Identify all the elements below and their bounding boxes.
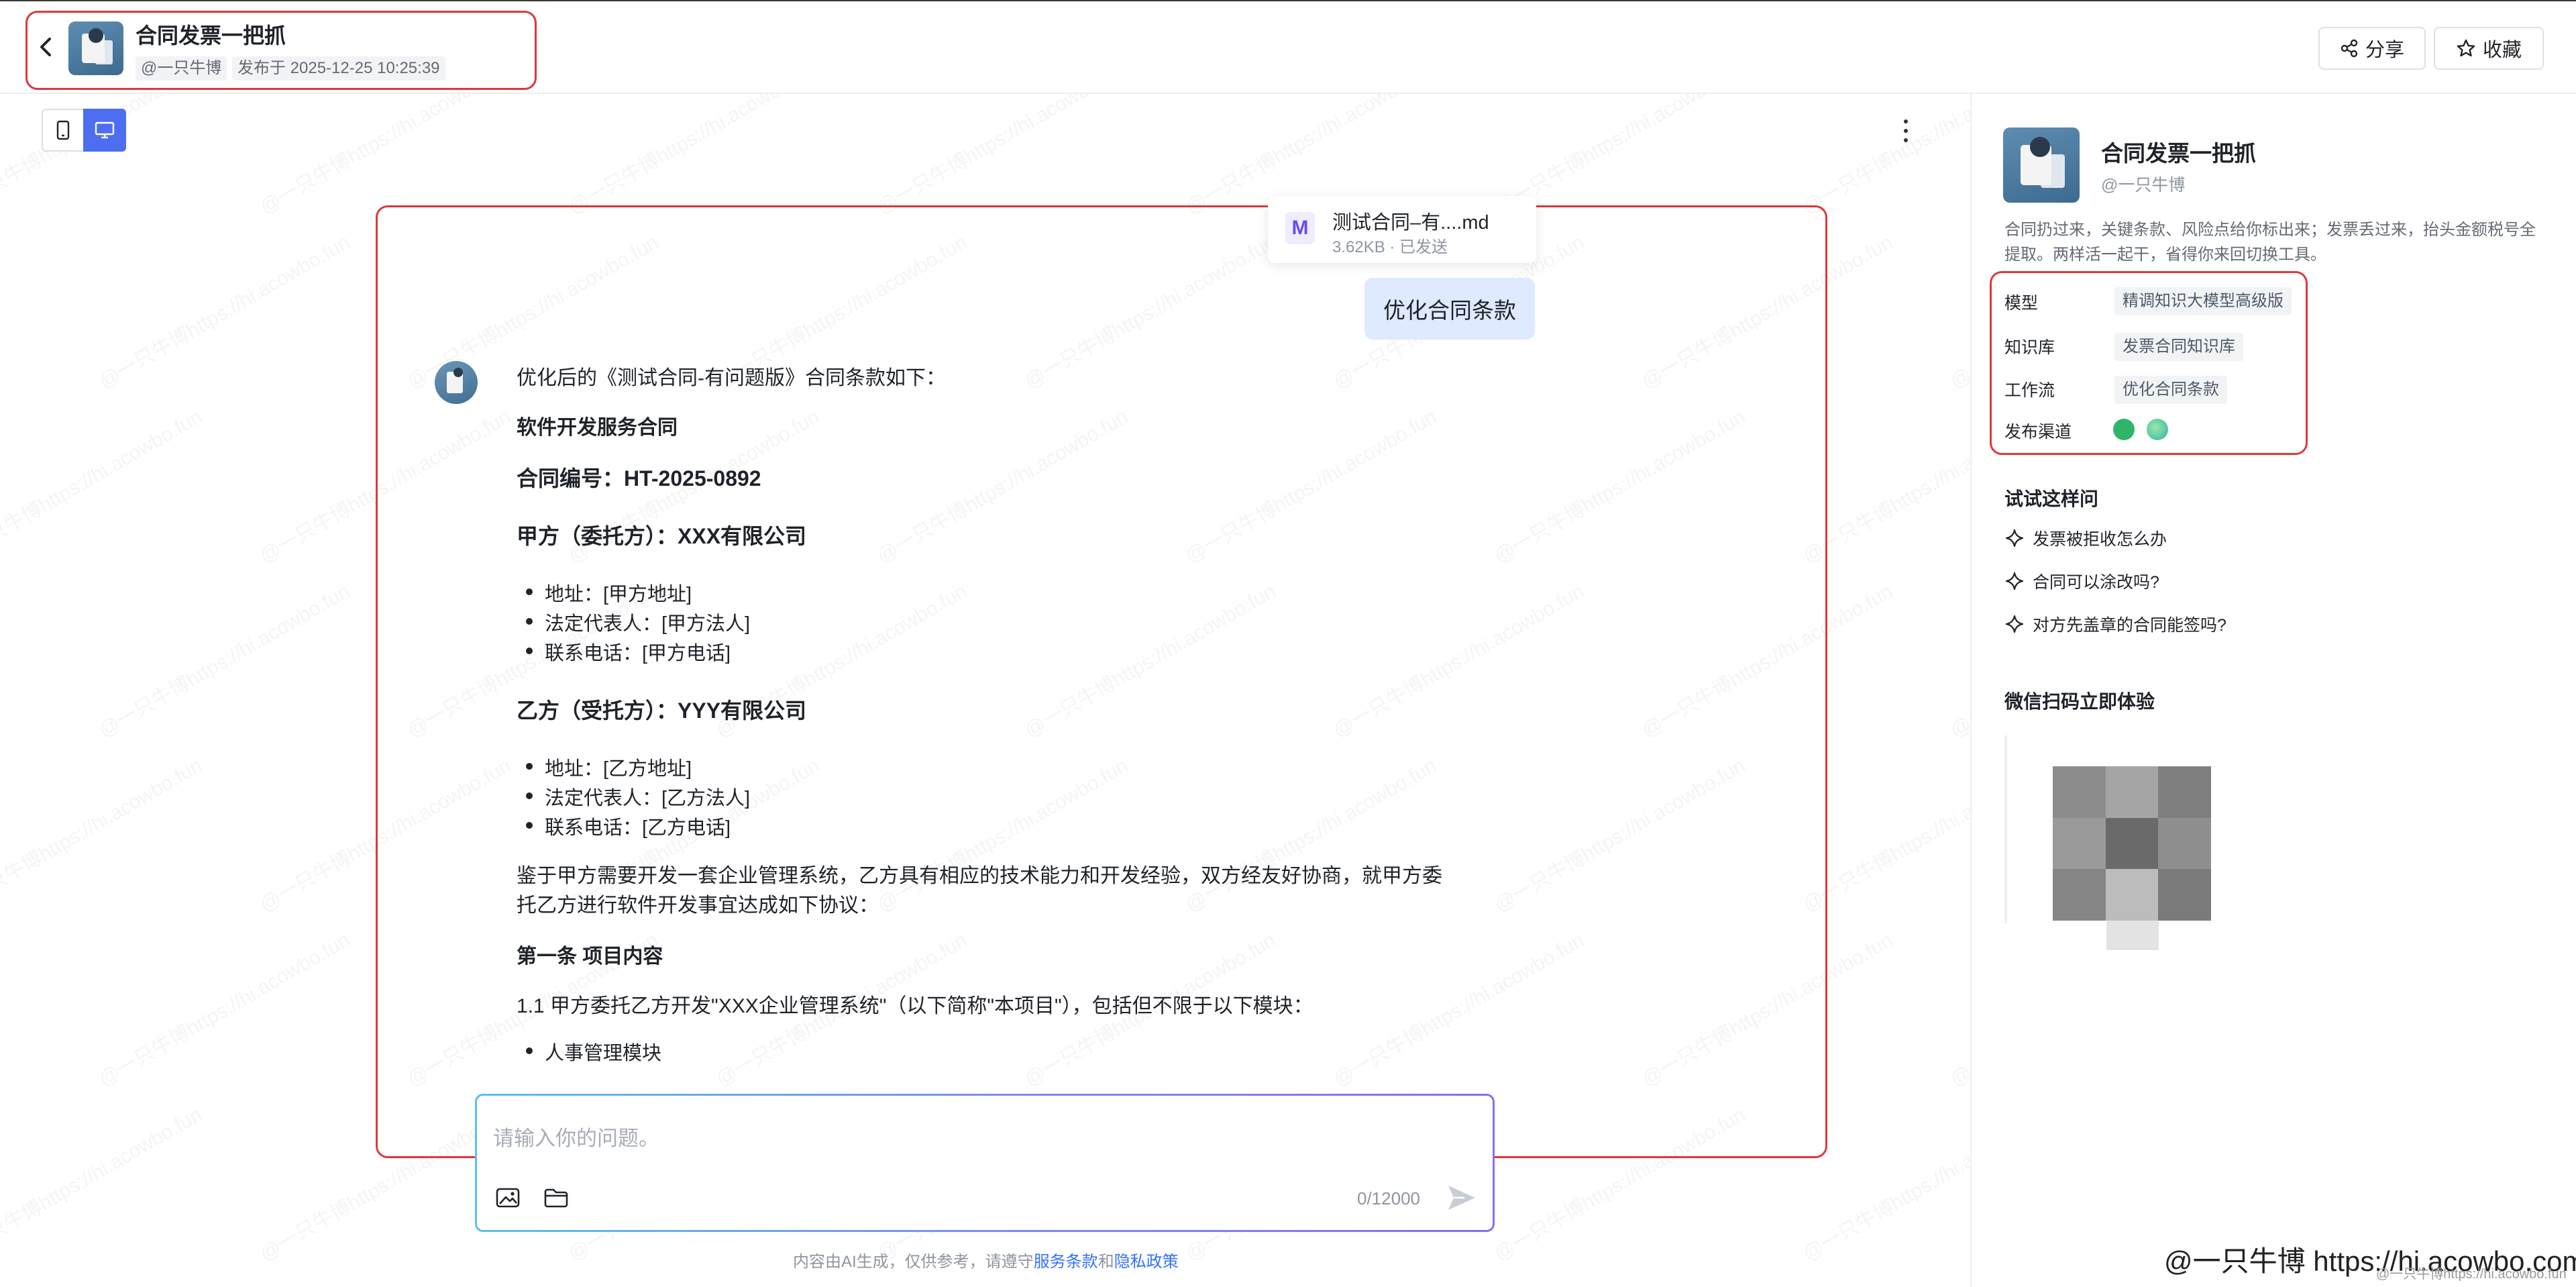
- config-label-channel: 发布渠道: [2004, 423, 2072, 442]
- share-icon: [2341, 39, 2358, 58]
- watermark-tile: @一只牛博https://hi.acowbo.fun: [254, 94, 516, 219]
- reply-heading: 软件开发服务合同: [517, 417, 678, 439]
- list-item: 法定代表人：[乙方法人]: [525, 782, 750, 811]
- panel-divider: [1970, 94, 1972, 1287]
- config-label-model: 模型: [2004, 294, 2039, 313]
- watermark-tile: @一只牛博https://hi.acowbo.fun: [1944, 226, 1970, 395]
- watermark-tile: @一只牛博https://hi.acowbo.fun: [562, 94, 824, 219]
- favorite-label: 收藏: [2482, 40, 2522, 61]
- channel-wechat-icon: [2113, 419, 2135, 440]
- clause-1-1: 1.1 甲方委托乙方开发"XXX企业管理系统"（以下简称"本项目"），包括但不限…: [517, 995, 1313, 1017]
- watermark-tile: @一只牛博https://hi.acowbo.fun: [1796, 94, 1970, 219]
- file-meta: 3.62KB · 已发送: [1332, 238, 1448, 256]
- watermark-tile: @一只牛博https://hi.acowbo.fun: [93, 226, 355, 395]
- disclaimer: 内容由AI生成，仅供参考，请遵守服务条款和隐私政策: [793, 1248, 1179, 1272]
- config-value-workflow: 优化合同条款: [2114, 376, 2227, 404]
- list-item: 地址：[甲方地址]: [525, 578, 692, 607]
- sidebar-app-title: 合同发票一把抓: [2101, 141, 2256, 166]
- markdown-file-icon: M: [1285, 212, 1315, 244]
- disclaimer-and: 和: [1097, 1253, 1114, 1271]
- author-chip: @一只牛博: [136, 56, 227, 81]
- watermark-tile: @一只牛博https://hi.acowbo.fun: [0, 1098, 207, 1267]
- app-avatar: [68, 21, 123, 75]
- folder-upload-icon[interactable]: [543, 1186, 570, 1210]
- suggestion-text: 对方先盖章的合同能签吗?: [2033, 616, 2226, 635]
- sparkle-icon: [2005, 529, 2024, 548]
- user-message-bubble: 优化合同条款: [1364, 278, 1535, 340]
- more-options-icon[interactable]: [1902, 119, 1909, 142]
- file-name: 测试合同–有....md: [1332, 212, 1489, 234]
- preamble-line-1: 鉴于甲方需要开发一套企业管理系统，乙方具有相应的技术能力和开发经验，双方经友好协…: [517, 865, 1442, 887]
- watermark-tile: @一只牛博https://hi.acowbo.fun: [1944, 575, 1970, 743]
- send-icon[interactable]: [1446, 1183, 1478, 1213]
- image-upload-icon[interactable]: [494, 1186, 521, 1210]
- qr-title: 微信扫码立即体验: [2004, 691, 2155, 712]
- suggestion-text: 合同可以涂改吗?: [2033, 573, 2159, 592]
- config-label-knowledge: 知识库: [2004, 338, 2055, 357]
- desktop-view-button[interactable]: [83, 109, 126, 152]
- bot-avatar: [435, 361, 478, 404]
- list-item: 联系电话：[甲方电话]: [525, 637, 731, 666]
- watermark-tile: @一只牛博https://hi.acowbo.fun: [93, 575, 355, 743]
- publish-time-chip: 发布于 2025-12-25 10:25:39: [232, 56, 445, 81]
- mobile-view-button[interactable]: [42, 109, 85, 152]
- qr-frame-line: [2004, 735, 2007, 923]
- sidebar-app-avatar: [2003, 127, 2080, 203]
- sidebar-author: @一只牛博: [2101, 176, 2186, 195]
- share-label: 分享: [2365, 40, 2404, 61]
- sparkle-icon: [2005, 572, 2024, 590]
- qr-code-fragment: [2106, 921, 2159, 950]
- list-item: 地址：[乙方地址]: [525, 753, 692, 781]
- party-a: 甲方（委托方）：XXX有限公司: [517, 524, 807, 548]
- star-icon: [2457, 39, 2475, 57]
- app-title: 合同发票一把抓: [136, 23, 286, 48]
- mobile-icon: [56, 120, 70, 140]
- corner-watermark-small: @一只牛博https://hi.acowbo.fun: [2376, 1267, 2567, 1282]
- config-value-model: 精调知识大模型高级版: [2114, 287, 2292, 315]
- share-button[interactable]: 分享: [2318, 27, 2426, 70]
- suggestion-item[interactable]: 合同可以涂改吗?: [2004, 569, 2159, 593]
- favorite-button[interactable]: 收藏: [2434, 27, 2544, 70]
- watermark-tile: @一只牛博https://hi.acowbo.fun: [871, 94, 1133, 219]
- suggestion-item[interactable]: 发票被拒收怎么办: [2004, 526, 2167, 550]
- list-item: 法定代表人：[甲方法人]: [525, 608, 750, 636]
- suggestion-text: 发票被拒收怎么办: [2033, 530, 2167, 549]
- watermark-tile: @一只牛博https://hi.acowbo.fun: [0, 401, 207, 569]
- config-value-knowledge: 发票合同知识库: [2114, 333, 2243, 361]
- sparkle-icon: [2005, 615, 2024, 633]
- terms-link[interactable]: 服务条款: [1034, 1253, 1098, 1271]
- try-asking-title: 试试这样问: [2004, 488, 2099, 509]
- list-item: 人事管理模块: [525, 1037, 661, 1066]
- config-label-workflow: 工作流: [2004, 381, 2055, 400]
- watermark-tile: @一只牛博https://hi.acowbo.fun: [93, 924, 355, 1092]
- preamble-line-2: 托乙方进行软件开发事宜达成如下协议：: [517, 894, 879, 917]
- desktop-icon: [95, 121, 115, 139]
- suggestion-item[interactable]: 对方先盖章的合同能签吗?: [2004, 612, 2226, 636]
- attached-file-card[interactable]: M 测试合同–有....md 3.62KB · 已发送: [1268, 196, 1536, 263]
- contract-number: 合同编号：HT-2025-0892: [517, 466, 761, 491]
- chat-input-box[interactable]: 请输入你的问题。 0/12000: [475, 1094, 1495, 1232]
- page-header: 合同发票一把抓 @一只牛博 发布于 2025-12-25 10:25:39 分享…: [0, 1, 2576, 94]
- char-counter: 0/12000: [1357, 1188, 1420, 1208]
- list-item: 联系电话：[乙方电话]: [525, 812, 731, 840]
- sidebar-description: 合同扔过来，关键条款、风险点给你标出来；发票丢过来，抬头金额税号全提取。两样活一…: [2004, 221, 2536, 264]
- watermark-tile: @一只牛博https://hi.acowbo.fun: [0, 750, 207, 918]
- reply-intro: 优化后的《测试合同-有问题版》合同条款如下：: [517, 367, 946, 389]
- article-1-title: 第一条 项目内容: [517, 945, 663, 968]
- channel-miniprogram-icon: [2147, 419, 2168, 440]
- disclaimer-text: 内容由AI生成，仅供参考，请遵守: [793, 1253, 1034, 1271]
- chat-input-placeholder[interactable]: 请输入你的问题。: [493, 1121, 659, 1151]
- party-b: 乙方（受托方）：YYY有限公司: [517, 699, 807, 723]
- privacy-link[interactable]: 隐私政策: [1114, 1253, 1179, 1271]
- qr-code-image: [2053, 766, 2211, 921]
- watermark-tile: @一只牛博https://hi.acowbo.fun: [1944, 924, 1970, 1092]
- back-arrow-icon[interactable]: [34, 34, 58, 60]
